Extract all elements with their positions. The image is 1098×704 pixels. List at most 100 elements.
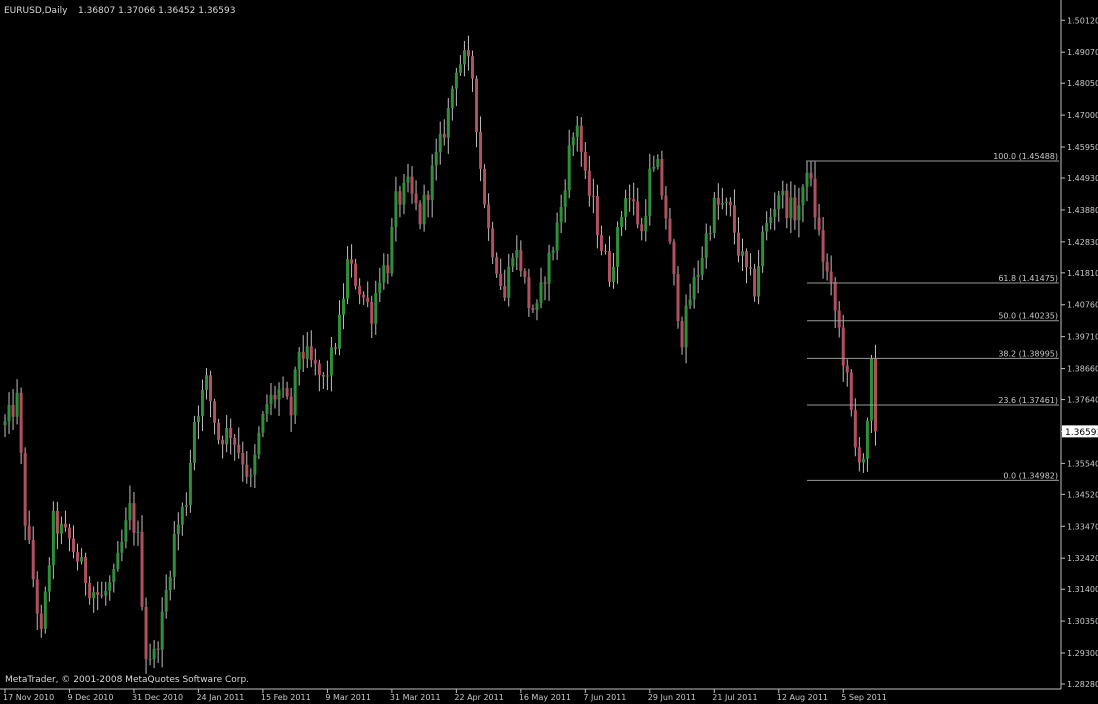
candle-body — [160, 611, 164, 650]
candle — [88, 576, 92, 605]
candle-body — [648, 168, 652, 217]
candle-body — [499, 273, 503, 286]
candle — [221, 435, 225, 459]
candle-body — [801, 186, 805, 206]
candle — [664, 186, 668, 230]
candle — [591, 178, 595, 214]
candle-body — [849, 372, 853, 410]
candle-body — [616, 226, 620, 267]
candle-body — [712, 197, 716, 233]
candle — [3, 414, 7, 438]
fibonacci-retracement[interactable]: 100.0 (1.45488) 61.8 (1.41475) 50.0 (1.402… — [806, 152, 1059, 481]
candle — [757, 250, 761, 305]
candle-body — [817, 217, 821, 231]
candle — [507, 253, 511, 307]
candle-body — [676, 273, 680, 322]
candle-body — [309, 346, 313, 361]
candle — [333, 342, 337, 355]
price-tick-label: 1.31400 — [1067, 585, 1098, 594]
candle — [370, 295, 374, 339]
candle — [531, 304, 535, 313]
candle — [261, 411, 265, 438]
candle-body — [350, 259, 354, 264]
candle — [329, 336, 333, 392]
candle — [515, 235, 519, 270]
candle — [100, 581, 104, 599]
candle-body — [257, 432, 261, 455]
candle — [426, 190, 430, 218]
candle-body — [591, 195, 595, 197]
price-tick-label: 1.35540 — [1067, 459, 1098, 468]
candle — [789, 181, 793, 234]
candle-body — [636, 201, 640, 225]
candle — [765, 211, 769, 241]
candle-body — [321, 375, 325, 377]
price-tick-label: 1.47000 — [1067, 111, 1098, 120]
candle — [233, 434, 237, 461]
candle-body — [708, 232, 712, 234]
candle-body — [696, 274, 700, 277]
candle — [269, 382, 273, 416]
candles-layer — [3, 35, 877, 674]
candle-body — [841, 327, 845, 366]
price-tick-label: 1.45950 — [1067, 143, 1098, 152]
candle-body — [507, 266, 511, 298]
candle-body — [620, 216, 624, 227]
fib-level-label: 100.0 (1.45488) — [993, 152, 1058, 161]
candle — [241, 441, 245, 482]
candle-body — [547, 252, 551, 284]
candle — [59, 516, 63, 545]
time-tick-label: 16 May 2011 — [519, 693, 571, 702]
candlestick-chart[interactable]: 100.0 (1.45488) 61.8 (1.41475) 50.0 (1.402… — [0, 0, 1098, 704]
candle-body — [273, 394, 277, 400]
candle-body — [781, 190, 785, 196]
candle — [277, 382, 281, 417]
candle — [785, 183, 789, 229]
candle-body — [422, 194, 426, 225]
candle — [394, 176, 398, 242]
candle-body — [305, 346, 309, 359]
candle — [188, 450, 192, 513]
candle-body — [442, 133, 446, 138]
candle — [837, 301, 841, 338]
candle-body — [559, 206, 563, 223]
candle-body — [124, 520, 128, 542]
candle-body — [374, 292, 378, 324]
candle — [640, 218, 644, 241]
candle — [350, 244, 354, 278]
candle — [257, 426, 261, 460]
candle — [39, 604, 43, 638]
candle-body — [188, 462, 192, 505]
candle — [446, 98, 450, 154]
candle — [527, 268, 531, 317]
candle-body — [644, 216, 648, 232]
candle-body — [680, 321, 684, 348]
candle — [313, 348, 317, 376]
candle — [245, 451, 249, 484]
candle — [523, 268, 527, 284]
candle-body — [805, 172, 809, 187]
price-tick-label: 1.38660 — [1067, 365, 1098, 374]
candle-body — [555, 222, 559, 251]
candle — [817, 203, 821, 236]
chart-window[interactable]: 100.0 (1.45488) 61.8 (1.41475) 50.0 (1.402… — [0, 0, 1098, 704]
candle-body — [261, 413, 265, 433]
candle — [23, 447, 27, 541]
candle-body — [495, 257, 499, 274]
candle — [434, 138, 438, 181]
candle-body — [72, 538, 76, 553]
candle-body — [519, 250, 523, 271]
candle-body — [873, 358, 877, 432]
candle — [599, 225, 603, 256]
candle-body — [736, 232, 740, 256]
candle — [390, 218, 394, 277]
candle — [793, 184, 797, 230]
candle — [692, 267, 696, 309]
candle-body — [575, 125, 579, 137]
candle-body — [728, 201, 732, 206]
candle — [865, 417, 869, 472]
candle-body — [829, 271, 833, 282]
candle — [483, 164, 487, 209]
candle — [551, 246, 555, 261]
candle-body — [491, 228, 495, 258]
